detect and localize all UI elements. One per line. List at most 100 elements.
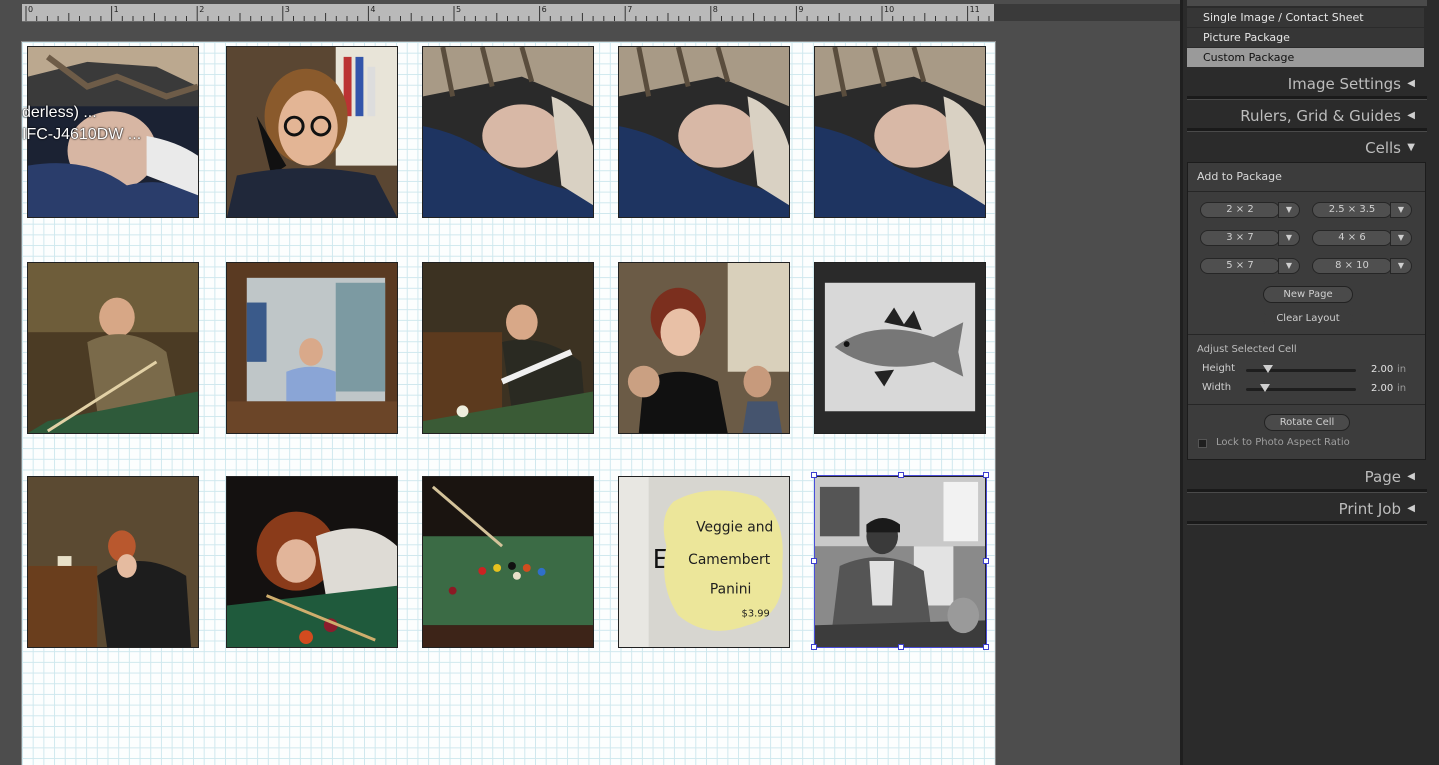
photo-man-sitting	[815, 477, 985, 647]
rotate-cell-button[interactable]: Rotate Cell	[1264, 414, 1350, 431]
photo-cell-woman-posing-party[interactable]	[618, 262, 790, 434]
photo-red-haired-woman-pool	[227, 477, 397, 647]
cells-panel-body: Add to Package 2 × 2 ▼ 2.5 × 3.5 ▼ 3 × 7…	[1187, 162, 1426, 460]
ruler-number: 0	[28, 5, 34, 14]
section-rulers-grid-guides[interactable]: Rulers, Grid & Guides ◀	[1187, 101, 1427, 131]
divider	[1188, 404, 1425, 405]
ruler-right-filler	[994, 4, 1180, 21]
sign-price: $3.99	[742, 608, 770, 619]
photo-fish-print	[815, 263, 985, 433]
photo-woman-leaning-pool	[28, 477, 198, 647]
size-3x7-dropdown-icon[interactable]: ▼	[1278, 230, 1300, 246]
photo-cell-red-haired-woman-pool[interactable]	[226, 476, 398, 648]
sign-line-2: Camembert	[688, 552, 771, 568]
section-divider	[1187, 489, 1427, 493]
photo-cell-bald-man-pool[interactable]	[422, 262, 594, 434]
ruler-number: 3	[284, 5, 290, 14]
ruler-number: 9	[798, 5, 804, 14]
photo-cell-woman-at-bar[interactable]	[226, 262, 398, 434]
photo-woman-posing-party	[619, 263, 789, 433]
section-image-settings[interactable]: Image Settings ◀	[1187, 69, 1427, 99]
photo-sleeping-baby-blanket	[423, 47, 593, 217]
layout-style-custom-package[interactable]: Custom Package	[1187, 48, 1424, 67]
photo-cell-man-playing-pool[interactable]	[27, 262, 199, 434]
add-to-package-label: Add to Package	[1197, 170, 1282, 183]
photo-cell-sleeping-baby-blanket[interactable]	[618, 46, 790, 218]
section-divider	[1187, 521, 1427, 525]
width-label: Width	[1202, 382, 1232, 393]
photo-cell-handwritten-sign[interactable]: E Veggie and Camembert Panini $3.99	[618, 476, 790, 648]
ruler-number: 8	[712, 5, 718, 14]
section-print-job-label: Print Job	[1338, 500, 1401, 518]
size-button-3x7[interactable]: 3 × 7	[1200, 230, 1280, 246]
height-slider-thumb[interactable]	[1263, 365, 1273, 373]
new-page-button[interactable]: New Page	[1263, 286, 1353, 303]
collapse-triangle-icon: ◀	[1407, 471, 1415, 482]
size-8x10-dropdown-icon[interactable]: ▼	[1390, 258, 1412, 274]
section-print-job[interactable]: Print Job ◀	[1187, 494, 1427, 524]
width-value[interactable]: 2.00	[1371, 383, 1393, 394]
section-cells-label: Cells	[1365, 139, 1401, 157]
section-cells[interactable]: Cells ▼	[1187, 133, 1427, 163]
section-divider	[1187, 128, 1427, 132]
ruler-number: 2	[199, 5, 205, 14]
photo-cell-woman-on-phone[interactable]	[226, 46, 398, 218]
photo-cell-fish-print[interactable]	[814, 262, 986, 434]
photo-sleeping-baby-blanket	[815, 47, 985, 217]
section-rulers-label: Rulers, Grid & Guides	[1240, 107, 1401, 125]
size-4x6-dropdown-icon[interactable]: ▼	[1390, 230, 1412, 246]
photo-cell-pool-table[interactable]	[422, 476, 594, 648]
printer-info-overlay: derless) ... IFC-J4610DW ...	[22, 102, 141, 146]
ruler-number: 6	[541, 5, 547, 14]
clear-layout-button[interactable]: Clear Layout	[1263, 310, 1353, 327]
photo-handwritten-sign: E Veggie and Camembert Panini $3.99	[619, 477, 789, 647]
size-button-2x2[interactable]: 2 × 2	[1200, 202, 1280, 218]
collapse-triangle-icon: ◀	[1407, 503, 1415, 514]
photo-bald-man-pool	[423, 263, 593, 433]
size-2x2-dropdown-icon[interactable]: ▼	[1278, 202, 1300, 218]
ruler-number: 4	[370, 5, 376, 14]
overlay-line-1: derless) ...	[22, 104, 97, 121]
layout-style-single-image[interactable]: Single Image / Contact Sheet	[1187, 8, 1424, 27]
divider	[1188, 334, 1425, 335]
width-slider-thumb[interactable]	[1259, 384, 1270, 392]
photo-cell-sleeping-baby-blanket[interactable]	[814, 46, 986, 218]
height-value[interactable]: 2.00	[1371, 364, 1393, 375]
ruler-ticks	[25, 6, 990, 21]
photo-cell-sleeping-baby-blanket[interactable]	[422, 46, 594, 218]
sign-line-1: Veggie and	[696, 519, 773, 535]
horizontal-ruler: 0 1 2 3 4 5 6 7 8 9 10 11	[22, 4, 994, 22]
size-button-5x7[interactable]: 5 × 7	[1200, 258, 1280, 274]
height-label: Height	[1202, 363, 1236, 374]
height-unit: in	[1397, 364, 1407, 375]
section-page-label: Page	[1364, 468, 1401, 486]
width-unit: in	[1397, 383, 1407, 394]
size-button-2-5x3-5[interactable]: 2.5 × 3.5	[1312, 202, 1392, 218]
ruler-number: 10	[884, 5, 895, 14]
collapse-triangle-icon: ◀	[1407, 78, 1415, 89]
lock-aspect-checkbox[interactable]	[1198, 439, 1207, 448]
overlay-line-2: IFC-J4610DW ...	[22, 126, 142, 143]
size-button-8x10[interactable]: 8 × 10	[1312, 258, 1392, 274]
section-divider	[1187, 96, 1427, 100]
photo-man-playing-pool	[28, 263, 198, 433]
ruler-number: 11	[969, 5, 980, 14]
section-page[interactable]: Page ◀	[1187, 462, 1427, 492]
photo-cell-man-sitting-selected[interactable]	[814, 476, 986, 648]
adjust-selected-cell-label: Adjust Selected Cell	[1197, 344, 1297, 355]
size-2-5x3-5-dropdown-icon[interactable]: ▼	[1390, 202, 1412, 218]
collapse-triangle-icon: ◀	[1407, 110, 1415, 121]
divider	[1188, 191, 1425, 192]
right-panel: Single Image / Contact Sheet Picture Pac…	[1183, 0, 1439, 765]
layout-style-picture-package[interactable]: Picture Package	[1187, 28, 1424, 47]
ruler-number: 1	[113, 5, 119, 14]
size-button-4x6[interactable]: 4 × 6	[1312, 230, 1392, 246]
photo-cell-woman-leaning-pool[interactable]	[27, 476, 199, 648]
ruler-number: 7	[627, 5, 633, 14]
photo-sleeping-baby-blanket	[619, 47, 789, 217]
expand-triangle-icon: ▼	[1407, 142, 1415, 153]
photo-woman-at-bar	[227, 263, 397, 433]
size-5x7-dropdown-icon[interactable]: ▼	[1278, 258, 1300, 274]
sign-line-3: Panini	[710, 582, 751, 598]
lock-aspect-label[interactable]: Lock to Photo Aspect Ratio	[1216, 437, 1350, 448]
